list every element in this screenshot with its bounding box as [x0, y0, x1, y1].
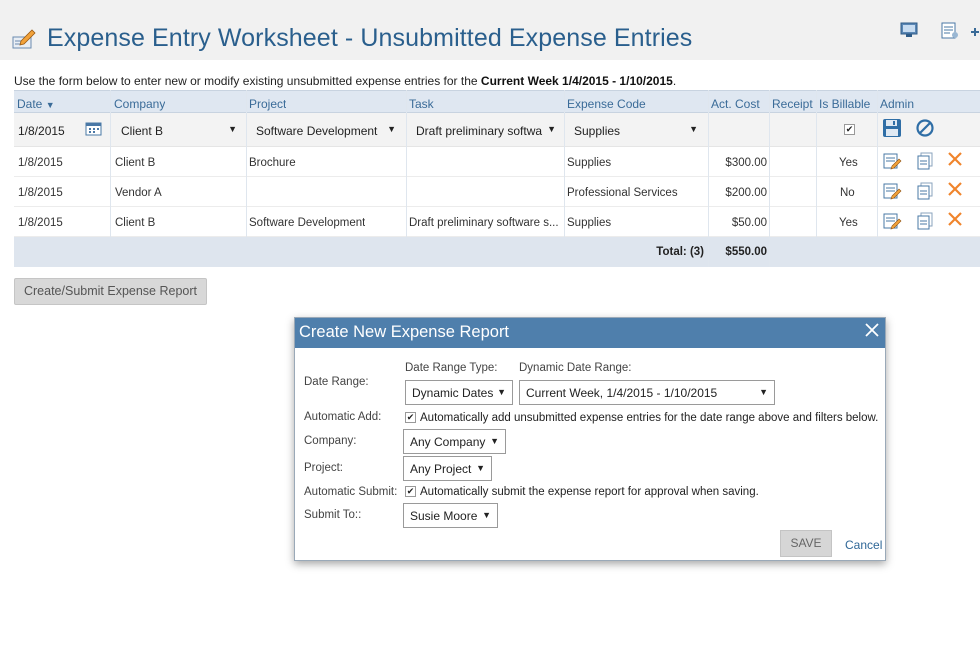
automatic-submit-text: Automatically submit the expense report …: [420, 486, 759, 498]
date-range-type-select[interactable]: Dynamic Dates ▼: [405, 380, 513, 405]
new-entry-row: 1/8/2015 Client B ▼ Software Development ▼…: [14, 113, 980, 147]
table-row[interactable]: 1/8/2015 Client B Software Development D…: [14, 207, 980, 237]
intro-text: Use the form below to enter new or modif…: [14, 74, 677, 88]
company-filter-select[interactable]: Any Company ▼: [403, 429, 506, 454]
monitor-icon[interactable]: [900, 22, 918, 38]
project-select[interactable]: Software Development ▼: [251, 118, 401, 142]
submit-to-select[interactable]: Susie Moore ▼: [403, 503, 498, 528]
column-divider: [769, 90, 770, 267]
chevron-down-icon: ▼: [759, 387, 768, 397]
edit-icon[interactable]: [882, 211, 902, 231]
column-header-company[interactable]: Company: [114, 97, 165, 111]
column-divider: [816, 90, 817, 237]
column-header-act-cost[interactable]: Act. Cost: [711, 97, 760, 111]
column-header-task[interactable]: Task: [409, 97, 434, 111]
automatic-submit-label: Automatic Submit:: [304, 486, 398, 498]
column-divider: [406, 90, 407, 237]
expense-grid: Date ▼ Company Project Task Expense Code…: [14, 90, 980, 267]
dynamic-date-range-select[interactable]: Current Week, 1/4/2015 - 1/10/2015 ▼: [519, 380, 775, 405]
is-billable-checkbox[interactable]: ✔: [844, 124, 855, 135]
automatic-submit-checkbox[interactable]: ✔: [405, 486, 416, 497]
company-select[interactable]: Client B ▼: [116, 118, 242, 142]
column-divider: [110, 90, 111, 237]
total-label: Total: (3): [656, 246, 704, 258]
sort-desc-icon: ▼: [45, 100, 55, 110]
column-divider: [708, 90, 709, 267]
create-submit-expense-report-button[interactable]: Create/Submit Expense Report: [14, 278, 207, 305]
total-value: $550.00: [725, 246, 767, 258]
create-expense-report-dialog: Create New Expense Report Date Range: Da…: [294, 317, 886, 561]
chevron-down-icon: ▼: [482, 510, 491, 520]
project-link[interactable]: Brochure: [249, 157, 296, 169]
dynamic-date-range-label: Dynamic Date Range:: [519, 362, 632, 374]
cancel-icon[interactable]: [915, 118, 935, 138]
company-label: Company:: [304, 435, 357, 447]
edit-icon[interactable]: [882, 181, 902, 201]
delete-icon[interactable]: [947, 151, 963, 167]
automatic-add-text: Automatically add unsubmitted expense en…: [420, 412, 879, 424]
project-label: Project:: [304, 462, 343, 474]
column-divider: [877, 90, 878, 237]
column-header-expense-code[interactable]: Expense Code: [567, 97, 646, 111]
chevron-down-icon: ▼: [689, 124, 698, 134]
report-icon[interactable]: [940, 22, 960, 40]
close-icon[interactable]: [863, 321, 881, 339]
automatic-add-checkbox[interactable]: ✔: [405, 412, 416, 423]
grid-header-row: Date ▼ Company Project Task Expense Code…: [14, 90, 980, 113]
page-title: Expense Entry Worksheet - Unsubmitted Ex…: [47, 24, 693, 52]
current-period: Current Week 1/4/2015 - 1/10/2015: [480, 74, 673, 88]
column-header-receipt[interactable]: Receipt: [772, 97, 813, 111]
total-row: Total: (3) $550.00: [14, 237, 980, 267]
task-link[interactable]: Draft preliminary software s...: [409, 217, 561, 229]
copy-icon[interactable]: [915, 211, 935, 231]
task-select[interactable]: Draft preliminary softwa ▼: [411, 118, 561, 142]
column-header-is-billable[interactable]: Is Billable: [819, 97, 870, 111]
delete-icon[interactable]: [947, 181, 963, 197]
submit-to-label: Submit To::: [304, 509, 362, 521]
dialog-title: Create New Expense Report: [299, 323, 510, 341]
date-range-label: Date Range:: [304, 376, 369, 388]
automatic-add-label: Automatic Add:: [304, 411, 382, 423]
cancel-link[interactable]: Cancel: [845, 538, 882, 552]
table-row[interactable]: 1/8/2015 Vendor A Professional Services …: [14, 177, 980, 207]
column-header-project[interactable]: Project: [249, 97, 286, 111]
date-input[interactable]: 1/8/2015: [18, 124, 65, 138]
copy-icon[interactable]: [915, 181, 935, 201]
edit-page-icon: [12, 29, 36, 49]
chevron-down-icon: ▼: [228, 124, 237, 134]
chevron-down-icon: ▼: [476, 463, 485, 473]
column-divider: [564, 90, 565, 237]
edit-icon[interactable]: [882, 151, 902, 171]
table-row[interactable]: 1/8/2015 Client B Brochure Supplies $300…: [14, 147, 980, 177]
expense-code-select[interactable]: Supplies ▼: [569, 118, 703, 142]
page-header: Expense Entry Worksheet - Unsubmitted Ex…: [0, 0, 980, 60]
calendar-icon[interactable]: [85, 121, 102, 136]
project-link[interactable]: Software Development: [249, 217, 365, 229]
column-header-admin: Admin: [880, 97, 915, 111]
copy-icon[interactable]: [915, 151, 935, 171]
chevron-down-icon: ▼: [547, 124, 556, 134]
date-range-type-label: Date Range Type:: [405, 362, 498, 374]
column-header-date[interactable]: Date ▼: [17, 97, 55, 111]
save-button[interactable]: SAVE: [780, 530, 832, 557]
save-icon[interactable]: [882, 118, 902, 138]
add-icon[interactable]: [970, 27, 980, 37]
dialog-header: Create New Expense Report: [295, 318, 885, 348]
column-divider: [246, 90, 247, 237]
chevron-down-icon: ▼: [387, 124, 396, 134]
chevron-down-icon: ▼: [497, 387, 506, 397]
delete-icon[interactable]: [947, 211, 963, 227]
project-filter-select[interactable]: Any Project ▼: [403, 456, 492, 481]
chevron-down-icon: ▼: [490, 436, 499, 446]
